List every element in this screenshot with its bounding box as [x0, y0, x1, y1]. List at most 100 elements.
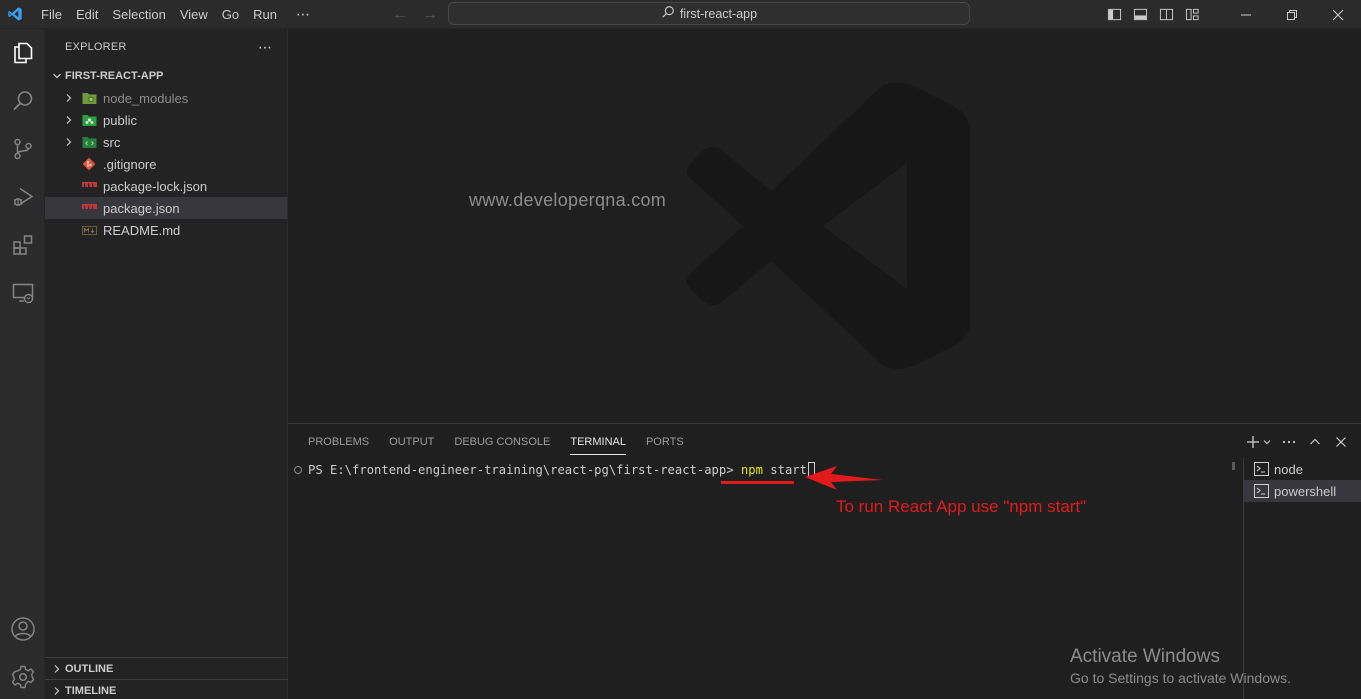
panel-tabs: PROBLEMS OUTPUT DEBUG CONSOLE TERMINAL P… — [300, 424, 696, 460]
remote-explorer-icon — [12, 283, 33, 304]
activity-accounts[interactable] — [0, 605, 45, 653]
activity-run-debug[interactable] — [0, 173, 45, 221]
project-section-header[interactable]: FIRST-REACT-APP — [45, 65, 287, 87]
close-icon — [1336, 437, 1346, 447]
explorer-sidebar: EXPLORER ⋯ FIRST-REACT-APP node_modules … — [45, 29, 288, 699]
timeline-label: TIMELINE — [65, 684, 117, 697]
terminal-tab-label: node — [1274, 461, 1303, 477]
tree-item-label: node_modules — [103, 90, 189, 106]
account-icon — [10, 617, 35, 641]
chevron-right-icon — [49, 664, 65, 674]
activity-bar — [0, 29, 45, 699]
new-terminal-button[interactable] — [1243, 432, 1263, 452]
command-decoration-icon — [294, 465, 302, 474]
tree-item-node-modules[interactable]: node_modules — [45, 87, 287, 109]
menu-view[interactable]: View — [173, 0, 215, 29]
tree-item-readme[interactable]: README.md — [45, 219, 287, 241]
tree-item-label: package.json — [103, 200, 180, 216]
terminal-tab-powershell[interactable]: powershell — [1244, 480, 1361, 502]
tree-item-label: .gitignore — [103, 156, 157, 172]
menu-more-button[interactable]: ⋯ — [284, 6, 323, 23]
restore-icon — [1287, 9, 1297, 20]
search-icon — [12, 91, 32, 111]
activate-windows-subtitle: Go to Settings to activate Windows. — [1070, 670, 1291, 686]
tab-problems[interactable]: PROBLEMS — [300, 424, 381, 460]
toggle-secondary-sidebar-button[interactable] — [1153, 0, 1179, 29]
maximize-panel-button[interactable] — [1305, 432, 1325, 452]
command-center-search[interactable]: first-react-app — [448, 2, 970, 25]
chevron-right-icon — [49, 686, 65, 696]
menu-file[interactable]: File — [34, 0, 69, 29]
menu-run[interactable]: Run — [246, 0, 284, 29]
terminal-prompt: PS E:\frontend-engineer-training\react-p… — [308, 462, 741, 477]
watermark-site-text: www.developerqna.com — [469, 190, 667, 210]
annotation-text: To run React App use "npm start" — [836, 497, 1087, 516]
activity-extensions[interactable] — [0, 221, 45, 269]
tree-item-label: package-lock.json — [103, 178, 208, 194]
menu-edit[interactable]: Edit — [69, 0, 105, 29]
terminal-command-args: start — [762, 462, 807, 477]
back-arrow-icon[interactable]: ← — [390, 6, 410, 24]
npm-icon — [81, 200, 97, 216]
terminal-tab-node[interactable]: node — [1244, 458, 1361, 480]
tree-item-label: public — [103, 112, 137, 128]
menu-selection[interactable]: Selection — [105, 0, 172, 29]
sidebar-layout-icon — [1107, 8, 1121, 21]
close-window-button[interactable] — [1315, 0, 1361, 29]
forward-arrow-icon[interactable]: → — [420, 6, 440, 24]
source-control-icon — [13, 138, 32, 160]
tree-item-label: README.md — [103, 222, 181, 238]
plus-icon — [1247, 436, 1259, 448]
restore-button[interactable] — [1269, 0, 1315, 29]
ellipsis-icon — [1282, 440, 1296, 444]
title-bar: File Edit Selection View Go Run ⋯ ← → fi… — [0, 0, 1361, 29]
terminal-profiles-dropdown[interactable] — [1261, 432, 1273, 452]
activity-source-control[interactable] — [0, 125, 45, 173]
close-panel-button[interactable] — [1331, 432, 1351, 452]
panel-more-button[interactable] — [1279, 432, 1299, 452]
tab-debug-console[interactable]: DEBUG CONSOLE — [446, 424, 562, 460]
panel-layout-icon — [1133, 8, 1147, 21]
tree-item-gitignore[interactable]: .gitignore — [45, 153, 287, 175]
run-debug-icon — [13, 187, 33, 206]
annotation-arrow-icon — [803, 465, 885, 494]
split-layout-icon — [1159, 8, 1173, 21]
annotation-underline — [721, 481, 794, 484]
tree-item-package-json[interactable]: package.json — [45, 197, 287, 219]
files-icon — [13, 42, 32, 64]
toggle-panel-button[interactable] — [1127, 0, 1153, 29]
timeline-section-header[interactable]: TIMELINE — [45, 679, 288, 699]
terminal-scrollbar[interactable] — [1232, 462, 1235, 470]
customize-layout-button[interactable] — [1179, 0, 1205, 29]
tab-terminal[interactable]: TERMINAL — [562, 424, 638, 460]
tree-item-src[interactable]: src — [45, 131, 287, 153]
gear-icon — [11, 665, 34, 689]
activate-windows-title: Activate Windows — [1070, 646, 1220, 667]
toggle-primary-sidebar-button[interactable] — [1101, 0, 1127, 29]
chevron-right-icon — [61, 115, 77, 125]
outline-label: OUTLINE — [65, 662, 114, 675]
tab-ports[interactable]: PORTS — [638, 424, 696, 460]
git-icon — [81, 156, 97, 172]
project-name: FIRST-REACT-APP — [65, 70, 164, 82]
explorer-more-button[interactable]: ⋯ — [258, 39, 273, 56]
terminal-prompt-line[interactable]: PS E:\frontend-engineer-training\react-p… — [294, 462, 815, 477]
activity-remote-explorer[interactable] — [0, 269, 45, 317]
tab-output[interactable]: OUTPUT — [381, 424, 446, 460]
tree-item-package-lock[interactable]: package-lock.json — [45, 175, 287, 197]
chevron-right-icon — [61, 93, 77, 103]
editor-area[interactable]: www.developerqna.com — [288, 29, 1361, 423]
minimize-button[interactable] — [1223, 0, 1269, 29]
outline-section-header[interactable]: OUTLINE — [45, 657, 288, 679]
activity-explorer[interactable] — [0, 29, 45, 77]
menu-go[interactable]: Go — [215, 0, 246, 29]
public-folder-icon — [81, 112, 97, 128]
tree-item-label: src — [103, 134, 121, 150]
explorer-title: EXPLORER — [65, 41, 127, 53]
node-folder-icon — [81, 90, 97, 106]
activity-search[interactable] — [0, 77, 45, 125]
vscode-watermark-icon — [683, 79, 973, 377]
activity-manage[interactable] — [0, 653, 45, 699]
tree-item-public[interactable]: public — [45, 109, 287, 131]
close-icon — [1332, 9, 1344, 20]
